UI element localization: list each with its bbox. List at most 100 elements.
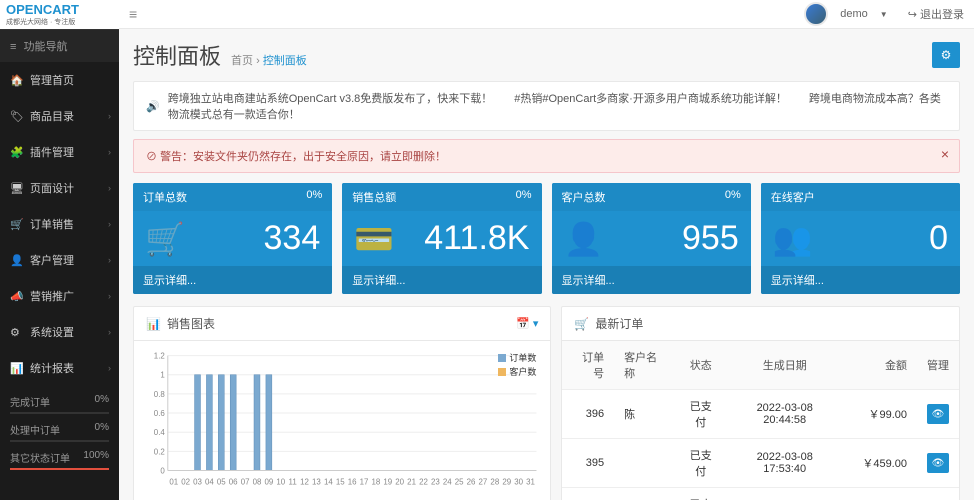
sidebar-item-3[interactable]: 🖥页面设计› [0, 170, 119, 206]
svg-text:04: 04 [205, 477, 214, 486]
bars-icon: ≡ [10, 41, 16, 53]
cell-name [614, 439, 675, 488]
cell-date: 2022-03-08 17:53:40 [726, 439, 843, 488]
svg-text:06: 06 [229, 477, 238, 486]
sidebar-item-7[interactable]: ⚙系统设置› [0, 314, 119, 350]
alert-bar: ⊘ 警告：安装文件夹仍然存在，出于安全原因，请立即删除！ × [133, 139, 960, 173]
card-title: 客户总数 [562, 189, 606, 205]
svg-text:1: 1 [160, 371, 165, 380]
nav-label: 订单销售 [30, 216, 74, 232]
stat-card-1: 销售总额0% 💳411.8K 显示详细... [342, 183, 541, 294]
chart-icon: 📊 [146, 317, 161, 331]
chevron-right-icon: › [108, 111, 111, 121]
view-button[interactable]: 👁 [927, 404, 949, 424]
svg-text:17: 17 [360, 477, 369, 486]
sidebar-item-6[interactable]: 📣营销推广› [0, 278, 119, 314]
svg-text:07: 07 [241, 477, 250, 486]
cell-name: 陈 [614, 390, 675, 439]
card-icon: 🛒 [145, 220, 185, 258]
sidebar-item-2[interactable]: 🧩插件管理› [0, 134, 119, 170]
card-icon: 👤 [564, 220, 604, 258]
legend-customers: 客户数 [509, 365, 536, 378]
orders-title: 最新订单 [595, 315, 643, 332]
logout-link[interactable]: ↪ 退出登录 [908, 6, 964, 22]
warning-icon: ⊘ [146, 151, 160, 163]
svg-text:24: 24 [443, 477, 452, 486]
svg-text:11: 11 [289, 477, 298, 486]
card-detail-link[interactable]: 显示详细... [342, 266, 541, 294]
svg-text:09: 09 [264, 477, 273, 486]
stat-card-2: 客户总数0% 👤955 显示详细... [552, 183, 751, 294]
svg-text:28: 28 [490, 477, 499, 486]
chevron-right-icon: › [108, 219, 111, 229]
user-name[interactable]: demo [840, 8, 868, 20]
nav-icon: 🧩 [10, 146, 24, 159]
svg-text:13: 13 [312, 477, 321, 486]
svg-text:21: 21 [407, 477, 416, 486]
alert-close-icon[interactable]: × [941, 146, 949, 162]
chevron-right-icon: › [108, 363, 111, 373]
logo[interactable]: OPENCART 成都光大网络 · 专注版 [0, 0, 119, 29]
svg-text:0.8: 0.8 [154, 390, 166, 399]
sidebar-item-1[interactable]: 🏷 商品目录 › [0, 98, 119, 134]
hamburger-icon[interactable]: ≡ [129, 6, 137, 22]
nav-label: 统计报表 [30, 360, 74, 376]
nav-icon: 🖥 [10, 182, 24, 195]
sidebar-item-0[interactable]: 🏠管理首页 [0, 62, 119, 98]
chevron-right-icon: › [108, 183, 111, 193]
alert-text: 警告：安装文件夹仍然存在，出于安全原因，请立即删除！ [160, 151, 446, 163]
sidebar-item-5[interactable]: 👤客户管理› [0, 242, 119, 278]
card-detail-link[interactable]: 显示详细... [552, 266, 751, 294]
cell-status: 已支付 [675, 390, 726, 439]
card-value: 334 [264, 219, 321, 258]
sidebar-item-4[interactable]: 🛒订单销售› [0, 206, 119, 242]
stat-card-3: 在线客户 👥0 显示详细... [761, 183, 960, 294]
nav-icon: 🏷 [10, 110, 24, 123]
main: ≡ demo ▼ ↪ 退出登录 控制面板 首页 › 控制面板 [119, 0, 974, 500]
col-id: 订单号 [562, 341, 614, 390]
nav-label: 插件管理 [30, 144, 74, 160]
logout-icon: ↪ [908, 9, 917, 21]
user-caret-icon[interactable]: ▼ [880, 10, 888, 19]
breadcrumb-current[interactable]: 控制面板 [263, 55, 307, 67]
svg-text:16: 16 [348, 477, 357, 486]
sidebar-item-8[interactable]: 📊统计报表› [0, 350, 119, 386]
svg-text:01: 01 [169, 477, 178, 486]
calendar-button[interactable]: 📅 ▾ [516, 317, 538, 330]
cell-name [614, 488, 675, 500]
cell-amount: ￥99.00 [843, 390, 917, 439]
card-detail-link[interactable]: 显示详细... [761, 266, 960, 294]
card-value: 0 [929, 219, 948, 258]
cart-icon: 🛒 [574, 317, 589, 331]
card-title: 销售总额 [352, 189, 396, 205]
cell-status: 已支付 [675, 488, 726, 500]
progress-row-1: 处理中订单0% [10, 422, 109, 442]
avatar[interactable] [804, 2, 828, 26]
sidebar: OPENCART 成都光大网络 · 专注版 ≡ 功能导航 🏠管理首页🏷商品目录›… [0, 0, 119, 500]
logo-text: OPENCART [6, 2, 79, 17]
breadcrumb-home[interactable]: 首页 [231, 55, 253, 67]
sales-chart: 00.20.40.60.811.201020304050607080910111… [144, 349, 540, 489]
gear-icon: ⚙ [941, 48, 952, 62]
card-pct: 0% [516, 189, 532, 205]
progress-row-0: 完成订单0% [10, 394, 109, 414]
svg-text:27: 27 [479, 477, 488, 486]
svg-text:26: 26 [467, 477, 476, 486]
col-amount: 金额 [843, 341, 917, 390]
svg-text:22: 22 [419, 477, 428, 486]
view-button[interactable]: 👁 [927, 453, 949, 473]
nav-label: 营销推广 [30, 288, 74, 304]
card-detail-link[interactable]: 显示详细... [133, 266, 332, 294]
nav-icon: 🏠 [10, 74, 24, 87]
card-pct: 0% [306, 189, 322, 205]
cell-status: 已支付 [675, 439, 726, 488]
svg-text:18: 18 [372, 477, 381, 486]
progress-row-2: 其它状态订单100% [10, 450, 109, 470]
nav-label: 商品目录 [30, 108, 74, 124]
svg-text:19: 19 [383, 477, 392, 486]
card-pct: 0% [725, 189, 741, 205]
nav-label: 客户管理 [30, 252, 74, 268]
settings-button[interactable]: ⚙ [932, 42, 960, 68]
svg-text:12: 12 [300, 477, 309, 486]
stat-card-0: 订单总数0% 🛒334 显示详细... [133, 183, 332, 294]
